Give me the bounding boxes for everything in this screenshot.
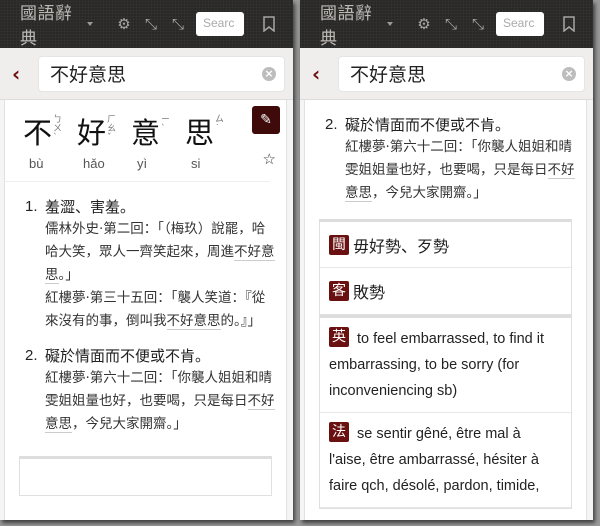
bookmark-icon[interactable] [558,13,580,35]
example-quote: 儒林外史·第二回：「（梅玖）說罷，哈哈大笑，眾人一齊笑起來，周進不好意思。」 [45,221,275,284]
translation-list: 英 to feel embarrassed, to find it embarr… [319,315,572,509]
entry-content: 2. 礙於情面而不便或不肯。 紅樓夢·第六十二回：「你襲人姐姐和晴雯姐姐量也好，… [304,100,587,520]
definition-item: 1. 羞澀、害羞。 儒林外史·第二回：「（梅玖）說罷，哈哈大笑，眾人一齊笑起來，… [25,196,276,333]
bopomofo: ㄧˋ [161,115,171,134]
search-bar: ‹ 不好意思 × [0,48,293,100]
cross-ref-card [19,456,272,496]
navbar: 國語辭典 ⚙ ⤡ ⤡ Searc [0,0,293,49]
lang-badge: 英 [329,327,349,347]
navbar: 國語辭典 ⚙ ⤡ ⤡ Searc [300,0,593,49]
phone-screen-left: 國語辭典 ⚙ ⤡ ⤡ Searc ‹ 不好意思 × 不ㄅㄨˋ 好ㄏㄠˇ 意ㄧˋ … [0,0,293,520]
lang-badge: 法 [329,422,349,442]
heading-char: 不ㄅㄨˋ [23,110,77,152]
headword-link[interactable]: 不好意思 [166,313,221,330]
back-chevron-icon[interactable]: ‹ [12,62,38,86]
cross-ref-item[interactable]: 客 敗勢 [320,268,571,314]
brand-label: 國語辭典 [320,4,373,49]
brand-label: 國語辭典 [20,4,73,49]
query-input[interactable]: 不好意思 × [38,55,285,92]
translation-item: 法 se sentir gêné, être mal à l'aise, êtr… [320,413,571,508]
compress-icon[interactable]: ⤡ [140,13,162,35]
translation-text: to feel embarrassed, to find it embarras… [329,331,545,399]
compress-icon[interactable]: ⤡ [167,13,189,35]
translation-item: 英 to feel embarrassed, to find it embarr… [320,318,571,413]
lang-badge: 閩 [329,234,349,255]
pinyin: bù [29,156,44,171]
query-input[interactable]: 不好意思 × [338,55,585,92]
definition-text: 礙於情面而不便或不肯。 [45,347,211,365]
heading-char: 思ㄙ˙ [185,110,239,152]
definition-item: 2. 礙於情面而不便或不肯。 紅樓夢·第六十二回：「你襲人姐姐和晴雯姐姐量也好，… [25,345,276,436]
bopomofo: ㄅㄨˋ [53,115,63,143]
nav-search-input[interactable]: Searc [196,12,244,36]
compress-icon[interactable]: ⤡ [467,13,489,35]
translation-text: se sentir gêné, être mal à l'aise, être … [329,426,540,494]
back-chevron-icon[interactable]: ‹ [312,62,338,86]
phone-screen-right: 國語辭典 ⚙ ⤡ ⤡ Searc ‹ 不好意思 × 2. 礙於情面而不便或不肯。… [300,0,593,520]
bookmark-icon[interactable] [258,13,280,35]
pinyin: yì [137,156,148,171]
pinyin: si [191,156,201,171]
gears-icon[interactable]: ⚙ [413,13,435,35]
pinyin: hǎo [83,156,105,171]
star-icon[interactable]: ☆ [263,150,276,168]
compress-icon[interactable]: ⤡ [440,13,462,35]
heading-char: 好ㄏㄠˇ [77,110,131,152]
cross-ref-text: 敗勢 [353,283,386,302]
cross-ref-list: 閩 毋好勢、歹勢 客 敗勢 [319,219,572,315]
query-text: 不好意思 [350,64,427,86]
cross-ref-item[interactable]: 閩 毋好勢、歹勢 [320,222,571,268]
bopomofo: ㄏㄠˇ [107,115,117,143]
example-quote: 紅樓夢·第六十二回：「你襲人姐姐和晴雯姐姐量也好，也要喝，只是每日不好意思，今兒… [345,139,575,202]
nav-search-input[interactable]: Searc [496,12,544,36]
cross-ref-text: 毋好勢、歹勢 [353,236,450,256]
brand-menu[interactable]: 國語辭典 [20,0,93,49]
brand-menu[interactable]: 國語辭典 [320,0,393,49]
example-quote: 紅樓夢·第六十二回：「你襲人姐姐和晴雯姐姐量也好，也要喝，只是每日不好意思，今兒… [45,370,275,433]
heading-char: 意ㄧˋ [131,110,185,152]
query-text: 不好意思 [50,64,127,86]
search-bar: ‹ 不好意思 × [300,48,593,100]
definition-item: 2. 礙於情面而不便或不肯。 紅樓夢·第六十二回：「你襲人姐姐和晴雯姐姐量也好，… [325,114,576,205]
clear-icon[interactable]: × [562,66,576,81]
example-quote: 紅樓夢·第三十五回：「襲人笑道：『從來沒有的事，倒叫我不好意思的。』」 [45,290,266,330]
gears-icon[interactable]: ⚙ [113,13,135,35]
caret-down-icon [87,22,93,26]
bopomofo: ㄙ˙ [215,115,225,134]
caret-down-icon [387,22,393,26]
lang-badge: 客 [329,281,349,301]
clear-icon[interactable]: × [262,66,276,81]
edit-pencil-button[interactable]: ✎ [252,106,280,134]
definition-text: 礙於情面而不便或不肯。 [345,116,511,134]
entry-content: 不ㄅㄨˋ 好ㄏㄠˇ 意ㄧˋ 思ㄙ˙ bù hǎo yì si ✎ ☆ 1. 羞澀… [4,100,287,520]
definition-text: 羞澀、害羞。 [45,198,136,216]
entry-heading: 不ㄅㄨˋ 好ㄏㄠˇ 意ㄧˋ 思ㄙ˙ bù hǎo yì si ✎ ☆ [5,100,280,182]
